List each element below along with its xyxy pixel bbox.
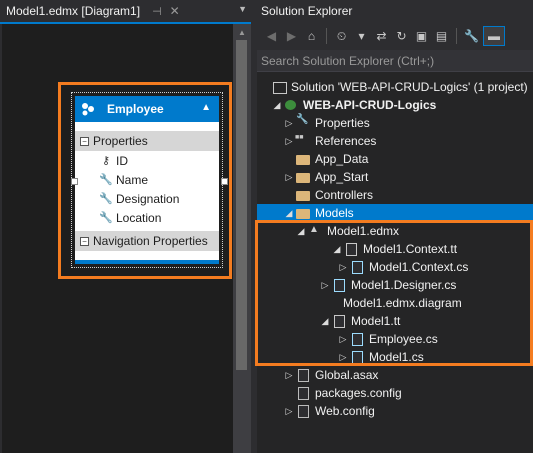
home-icon[interactable]: ⌂ [303, 29, 320, 43]
tree-label: Global.asax [315, 368, 379, 382]
refresh-icon[interactable]: ↻ [393, 29, 410, 43]
search-input[interactable] [261, 53, 501, 68]
scroll-up-icon[interactable]: ▲ [238, 28, 246, 37]
references-icon [295, 134, 311, 148]
tree-label: App_Start [315, 170, 369, 184]
tree-label: Solution 'WEB-API-CRUD-Logics' (1 projec… [291, 80, 528, 94]
tree-row-web-config[interactable]: ▷ Web.config [257, 402, 533, 420]
collapse-all-icon[interactable]: ▣ [413, 29, 430, 43]
tree-label: App_Data [315, 152, 369, 166]
solution-explorer-toolbar: ◀ ▶ ⌂ ⏲ ▾ ⇄ ↻ ▣ ▤ 🔧 ▬ [257, 22, 533, 50]
expanded-arrow-icon[interactable]: ◢ [271, 100, 283, 111]
toolbar-separator [456, 28, 457, 44]
chevron-down-icon[interactable]: ▼ [238, 4, 247, 14]
pin-icon[interactable]: ⊣ [152, 5, 162, 18]
tree-row-app-start[interactable]: ▷ App_Start [257, 168, 533, 186]
tree-label: Properties [315, 116, 370, 130]
back-icon[interactable]: ◀ [263, 29, 280, 43]
tree-row-properties[interactable]: ▷ Properties [257, 114, 533, 132]
project-icon [283, 98, 299, 112]
forward-icon[interactable]: ▶ [283, 29, 300, 43]
properties-wrench-icon[interactable]: 🔧 [463, 29, 480, 43]
folder-icon [295, 206, 311, 220]
tree-label: WEB-API-CRUD-Logics [303, 98, 437, 112]
tree-row-controllers[interactable]: Controllers [257, 186, 533, 204]
highlight-box [58, 82, 232, 279]
tree-row-project[interactable]: ◢ WEB-API-CRUD-Logics [257, 96, 533, 114]
solution-explorer-title: Solution Explorer [257, 0, 533, 22]
collapsed-arrow-icon[interactable]: ▷ [283, 370, 295, 381]
tree-row-packages-config[interactable]: packages.config [257, 384, 533, 402]
history-icon[interactable]: ⏲ [333, 29, 350, 44]
tree-label: Controllers [315, 188, 374, 202]
designer-scrollbar[interactable]: ▲ [233, 24, 251, 453]
tree-label: Models [315, 206, 354, 220]
tree-row-solution[interactable]: Solution 'WEB-API-CRUD-Logics' (1 projec… [257, 78, 533, 96]
chevron-down-icon[interactable]: ▾ [353, 29, 370, 43]
designer-tab[interactable]: Model1.edmx [Diagram1] ⊣ ✕ ▼ [0, 0, 253, 22]
collapsed-arrow-icon[interactable]: ▷ [283, 406, 295, 417]
folder-icon [295, 188, 311, 202]
solution-icon [271, 80, 287, 94]
expanded-arrow-icon[interactable]: ◢ [283, 208, 295, 219]
config-file-icon [295, 404, 311, 418]
tree-row-global-asax[interactable]: ▷ Global.asax [257, 366, 533, 384]
collapsed-arrow-icon[interactable]: ▷ [283, 136, 295, 147]
tree-label: packages.config [315, 386, 402, 400]
designer-tab-title[interactable]: Model1.edmx [Diagram1] [0, 4, 140, 18]
tree-label: References [315, 134, 377, 148]
asax-file-icon [295, 368, 311, 382]
search-bar[interactable] [257, 50, 533, 72]
collapsed-arrow-icon[interactable]: ▷ [283, 172, 295, 183]
toolbar-separator [326, 28, 327, 44]
tree-label: Web.config [315, 404, 375, 418]
preview-icon[interactable]: ▬ [483, 26, 505, 46]
highlight-box [255, 220, 533, 366]
tree-row-app-data[interactable]: App_Data [257, 150, 533, 168]
config-file-icon [295, 386, 311, 400]
designer-pane: Model1.edmx [Diagram1] ⊣ ✕ ▼ ▲ Employee … [0, 0, 257, 453]
folder-icon [295, 152, 311, 166]
sync-icon[interactable]: ⇄ [373, 29, 390, 43]
wrench-icon [295, 114, 311, 130]
close-icon[interactable]: ✕ [170, 4, 180, 18]
collapsed-arrow-icon[interactable]: ▷ [283, 118, 295, 129]
scroll-thumb[interactable] [236, 40, 247, 370]
tree-row-references[interactable]: ▷ References [257, 132, 533, 150]
folder-icon [295, 170, 311, 184]
show-all-files-icon[interactable]: ▤ [433, 29, 450, 43]
